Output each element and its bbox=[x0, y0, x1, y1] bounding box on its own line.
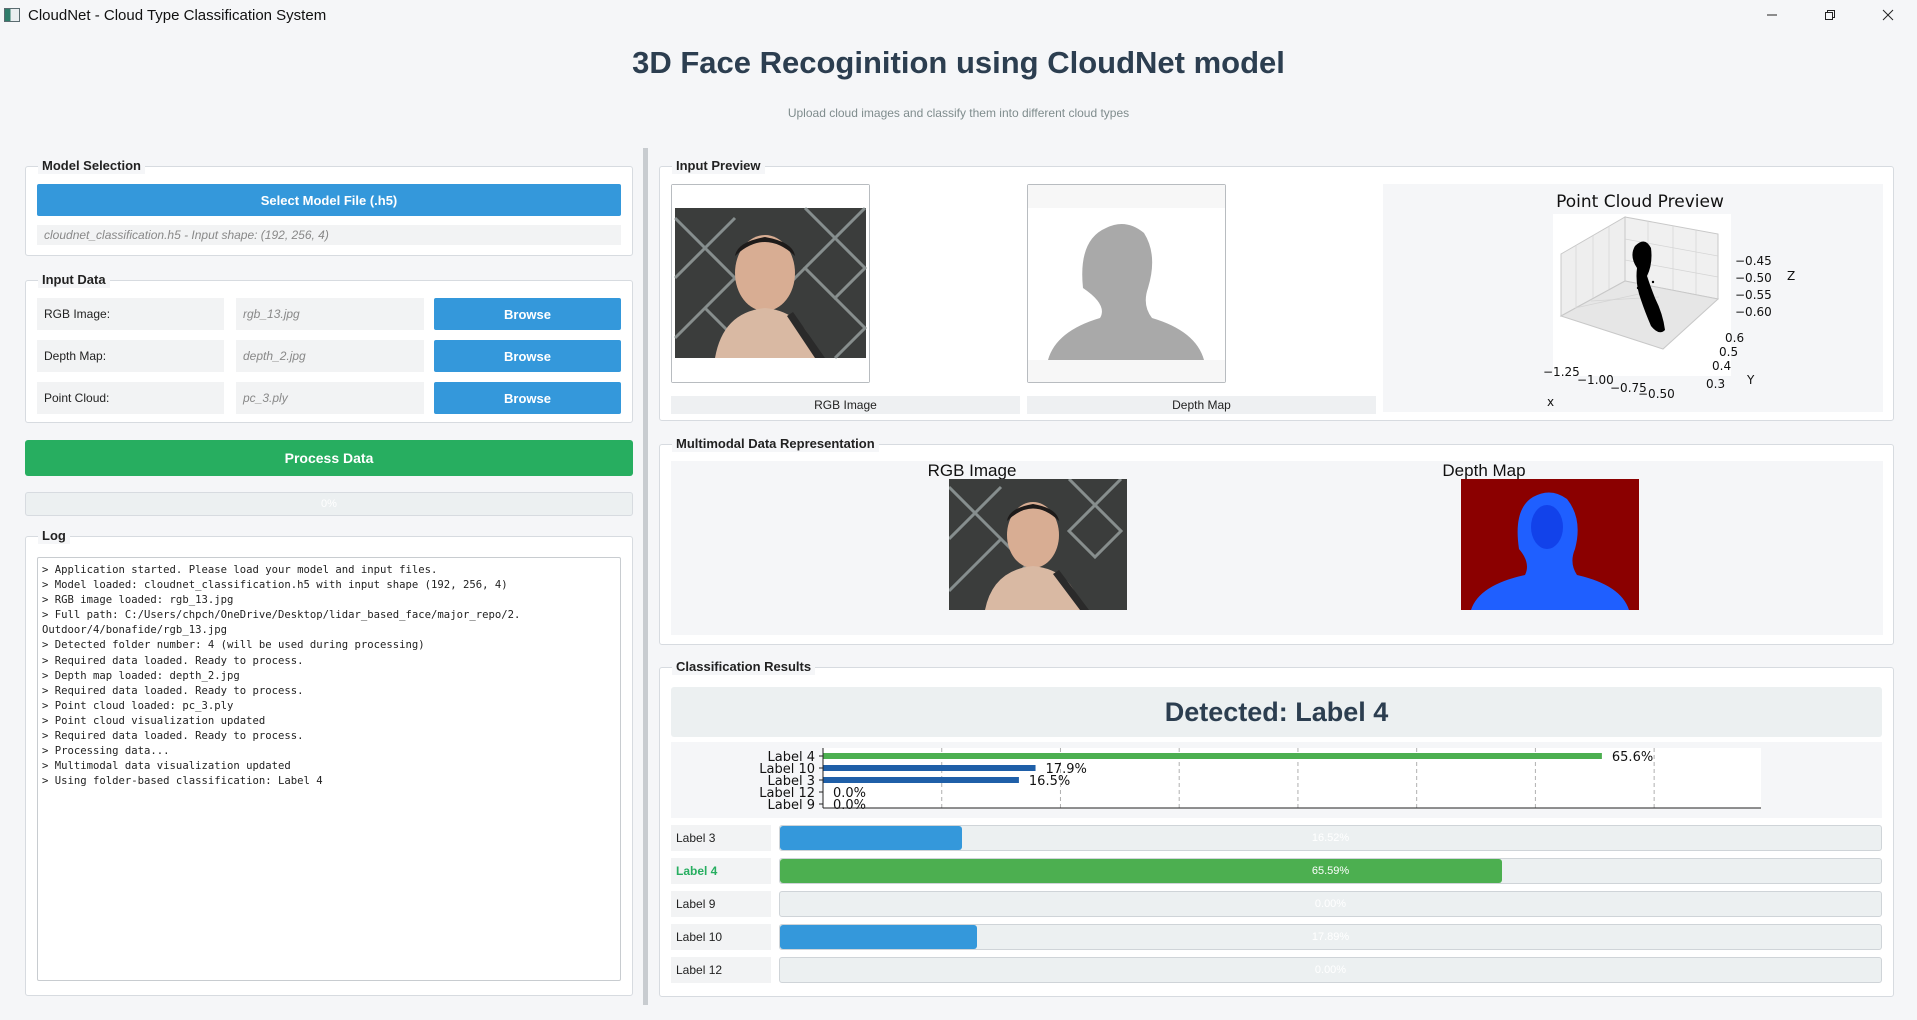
pc-y-label: Y bbox=[1746, 373, 1755, 387]
chart-data-label: 16.5% bbox=[1029, 774, 1070, 789]
pc-x-tick-1: −1.00 bbox=[1577, 373, 1614, 387]
multimodal-rgb-image bbox=[949, 479, 1127, 610]
pc-y-tick-2: 0.4 bbox=[1712, 359, 1731, 373]
input-data-title: Input Data bbox=[38, 272, 110, 288]
page-subtitle: Upload cloud images and classify them in… bbox=[787, 106, 1130, 120]
pc-z-label: Z bbox=[1787, 269, 1795, 283]
multimodal-depth-image bbox=[1461, 479, 1639, 610]
rgb-image-path-field[interactable]: rgb_13.jpg bbox=[236, 298, 424, 330]
result-progress-bar: 0.00% bbox=[779, 957, 1882, 983]
rgb-preview-frame bbox=[671, 184, 870, 383]
window-titlebar: CloudNet - Cloud Type Classification Sys… bbox=[0, 0, 1917, 30]
pc-z-tick-0: −0.45 bbox=[1735, 254, 1772, 268]
result-label: Label 9 bbox=[671, 891, 771, 917]
progress-bar: 0% bbox=[25, 492, 633, 516]
panel-splitter[interactable] bbox=[643, 148, 648, 1005]
depth-preview-image bbox=[1028, 185, 1225, 382]
pc-z-tick-1: −0.50 bbox=[1735, 271, 1772, 285]
pc-x-label: x bbox=[1547, 395, 1554, 409]
input-data-group: Input Data RGB Image: rgb_13.jpg Browse … bbox=[25, 272, 633, 423]
multimodal-canvas: RGB Image Depth Map bbox=[671, 461, 1883, 635]
progress-text: 0% bbox=[321, 498, 337, 510]
close-icon[interactable] bbox=[1859, 0, 1917, 30]
classification-results-title: Classification Results bbox=[672, 659, 816, 675]
page-title: 3D Face Recoginition using CloudNet mode… bbox=[632, 45, 1285, 80]
rgb-preview-image bbox=[672, 185, 869, 382]
point-cloud-title: Point Cloud Preview bbox=[1556, 192, 1724, 212]
pc-y-tick-0: 0.6 bbox=[1725, 331, 1744, 345]
result-label: Label 3 bbox=[671, 825, 771, 851]
model-status: cloudnet_classification.h5 - Input shape… bbox=[37, 225, 621, 245]
restore-icon[interactable] bbox=[1801, 0, 1859, 30]
pc-x-tick-3: −0.50 bbox=[1638, 387, 1675, 401]
rgb-preview-caption: RGB Image bbox=[671, 396, 1020, 414]
log-textarea[interactable]: > Application started. Please load your … bbox=[37, 557, 621, 981]
point-cloud-label: Point Cloud: bbox=[37, 382, 224, 414]
model-selection-group: Model Selection Select Model File (.h5) … bbox=[25, 158, 633, 256]
result-percent-text: 65.59% bbox=[1311, 865, 1350, 877]
chart-bar bbox=[823, 765, 1036, 771]
browse-depth-button[interactable]: Browse bbox=[434, 340, 621, 372]
result-label: Label 10 bbox=[671, 924, 771, 950]
window-title: CloudNet - Cloud Type Classification Sys… bbox=[28, 6, 327, 24]
rgb-image-label: RGB Image: bbox=[37, 298, 224, 330]
depth-map-label: Depth Map: bbox=[37, 340, 224, 372]
result-percent-text: 16.52% bbox=[1311, 832, 1350, 844]
minimize-icon[interactable] bbox=[1743, 0, 1801, 30]
multimodal-depth-title: Depth Map bbox=[1442, 461, 1526, 480]
pc-y-tick-1: 0.5 bbox=[1719, 345, 1738, 359]
input-preview-title: Input Preview bbox=[672, 158, 765, 174]
result-percent-text: 0.00% bbox=[1314, 898, 1347, 910]
point-cloud-preview: Point Cloud Preview −0.45 −0.50 −0.55 −0… bbox=[1383, 184, 1883, 412]
classification-chart: Label 4 65.6% Label 10 17.9% Label 3 16.5% Lab… bbox=[671, 742, 1882, 818]
result-progress-bar: 16.52% bbox=[779, 825, 1882, 851]
process-data-button[interactable]: Process Data bbox=[25, 440, 633, 476]
pc-x-tick-0: −1.25 bbox=[1543, 365, 1580, 379]
result-label: Label 12 bbox=[671, 957, 771, 983]
depth-map-path-field[interactable]: depth_2.jpg bbox=[236, 340, 424, 372]
depth-preview-caption: Depth Map bbox=[1027, 396, 1376, 414]
multimodal-rgb-title: RGB Image bbox=[927, 461, 1017, 480]
result-progress-bar: 17.89% bbox=[779, 924, 1882, 950]
chart-data-label: 0.0% bbox=[833, 798, 866, 813]
log-title: Log bbox=[38, 528, 70, 544]
detected-label: Detected: Label 4 bbox=[671, 687, 1882, 737]
browse-rgb-button[interactable]: Browse bbox=[434, 298, 621, 330]
chart-bar bbox=[823, 753, 1602, 759]
result-percent-text: 0.00% bbox=[1314, 964, 1347, 976]
select-model-button[interactable]: Select Model File (.h5) bbox=[37, 184, 621, 216]
pc-z-tick-2: −0.55 bbox=[1735, 288, 1772, 302]
depth-preview-frame bbox=[1027, 184, 1226, 383]
result-progress-bar: 65.59% bbox=[779, 858, 1882, 884]
multimodal-title: Multimodal Data Representation bbox=[672, 436, 879, 452]
log-group: Log > Application started. Please load y… bbox=[25, 528, 633, 996]
result-label: Label 4 bbox=[671, 858, 771, 884]
pc-y-tick-3: 0.3 bbox=[1706, 377, 1725, 391]
result-progress-bar: 0.00% bbox=[779, 891, 1882, 917]
point-cloud-path-field[interactable]: pc_3.ply bbox=[236, 382, 424, 414]
input-preview-group: Input Preview RGB Image Depth Map Point … bbox=[659, 158, 1894, 421]
chart-category-label: Label 9 bbox=[768, 798, 815, 813]
multimodal-group: Multimodal Data Representation RGB Image… bbox=[659, 436, 1894, 645]
result-percent-text: 17.89% bbox=[1311, 931, 1350, 943]
model-selection-title: Model Selection bbox=[38, 158, 145, 174]
chart-bar bbox=[823, 777, 1019, 783]
browse-point-cloud-button[interactable]: Browse bbox=[434, 382, 621, 414]
chart-data-label: 65.6% bbox=[1612, 750, 1653, 765]
app-icon bbox=[4, 8, 20, 22]
pc-z-tick-3: −0.60 bbox=[1735, 305, 1772, 319]
